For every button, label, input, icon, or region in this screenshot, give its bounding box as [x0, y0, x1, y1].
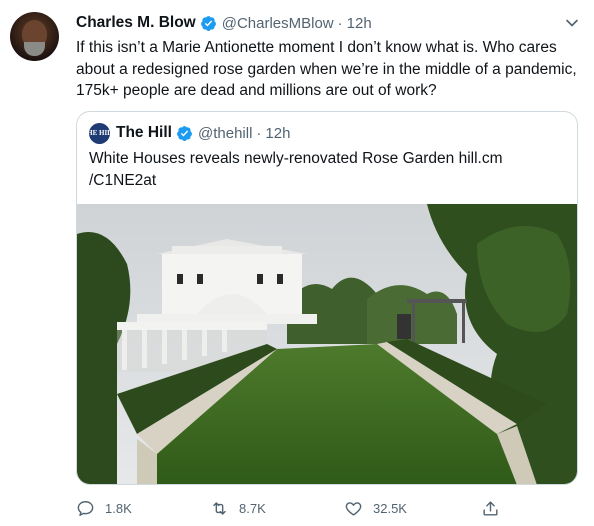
- reply-button[interactable]: 1.8K: [76, 496, 132, 520]
- tweet-time[interactable]: 12h: [347, 15, 372, 32]
- author-name[interactable]: Charles M. Blow: [76, 14, 196, 32]
- share-button[interactable]: [481, 496, 500, 520]
- retweet-button[interactable]: 8.7K: [210, 496, 266, 520]
- reply-icon: [77, 500, 94, 516]
- verified-badge-icon: [177, 125, 192, 141]
- quoted-author-name: The Hill: [116, 124, 172, 141]
- header-separator: ·: [337, 14, 343, 32]
- author-handle[interactable]: @CharlesMBlow: [222, 15, 334, 32]
- avatar-beard: [24, 42, 45, 56]
- rose-garden-photo[interactable]: [77, 204, 577, 485]
- retweet-icon: [213, 501, 226, 515]
- tweet-header: Charles M. Blow @CharlesMBlow · 12h: [76, 13, 576, 33]
- tweet-actions: 1.8K 8.7K 32.5K: [76, 496, 576, 520]
- quoted-text: White Houses reveals newly-renovated Ros…: [89, 150, 503, 189]
- quoted-author-handle: @thehill: [197, 124, 253, 142]
- tweet-text: If this isn’t a Marie Antionette moment …: [76, 39, 577, 99]
- quoted-tweet[interactable]: THE HILL The Hill @thehill · 12h White H…: [76, 111, 578, 485]
- like-icon: [345, 501, 362, 516]
- like-count: 32.5K: [373, 500, 407, 516]
- quoted-avatar: THE HILL: [82, 122, 117, 144]
- reply-count: 1.8K: [105, 500, 132, 516]
- share-icon: [483, 500, 498, 516]
- like-button[interactable]: 32.5K: [344, 496, 407, 520]
- quoted-separator: ·: [256, 124, 262, 142]
- retweet-count: 8.7K: [239, 500, 266, 516]
- chevron-down-icon[interactable]: [562, 13, 582, 33]
- author-avatar[interactable]: [10, 12, 59, 61]
- quoted-time: 12h: [265, 124, 291, 142]
- quoted-header: THE HILL The Hill @thehill · 12h: [82, 122, 291, 144]
- verified-badge-icon: [200, 15, 216, 31]
